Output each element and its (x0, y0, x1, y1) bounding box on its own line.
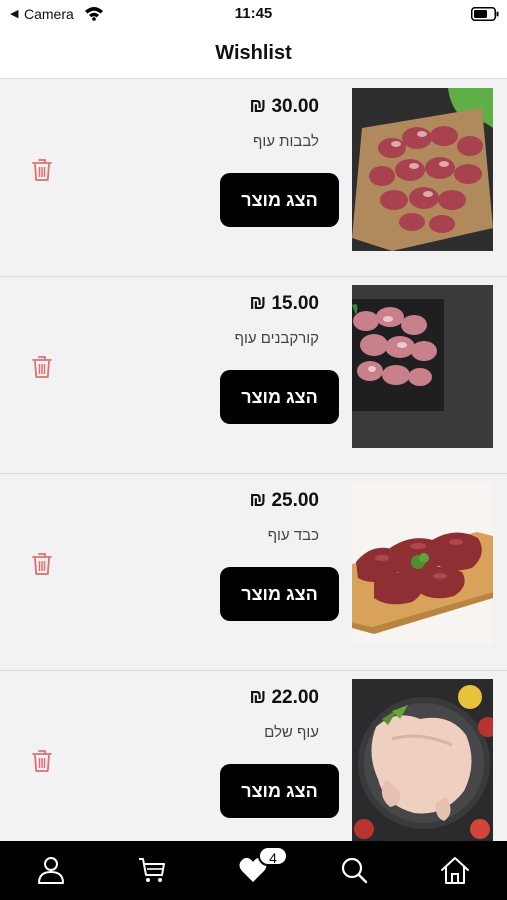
wishlist-list[interactable]: ₪ 30.00 לבבות עוף הצג מוצר ₪ 15.00 קורקב… (0, 80, 507, 841)
tab-home[interactable] (425, 841, 485, 900)
home-icon (441, 857, 469, 884)
wishlist-count-badge: 4 (258, 846, 288, 866)
product-price: ₪ 25.00 (249, 490, 319, 511)
wishlist-item: ₪ 30.00 לבבות עוף הצג מוצר (0, 80, 507, 277)
trash-icon[interactable] (31, 552, 53, 576)
product-price: ₪ 30.00 (249, 96, 319, 117)
wishlist-item: ₪ 22.00 עוף שלם הצג מוצר (0, 671, 507, 841)
view-product-button[interactable]: הצג מוצר (220, 370, 339, 424)
trash-icon[interactable] (31, 749, 53, 773)
product-image-chicken-liver[interactable] (352, 482, 493, 645)
product-image-chicken-hearts[interactable] (352, 88, 493, 251)
product-price: ₪ 22.00 (249, 687, 319, 708)
product-image-whole-chicken[interactable] (352, 679, 493, 841)
search-icon (341, 857, 368, 884)
whole-chicken-photo (352, 679, 493, 841)
product-name: קורקבנים עוף (234, 330, 319, 347)
view-product-button[interactable]: הצג מוצר (220, 764, 339, 818)
battery-icon (471, 7, 499, 21)
page-title: Wishlist (215, 42, 292, 64)
view-product-button[interactable]: הצג מוצר (220, 173, 339, 227)
trash-icon[interactable] (31, 158, 53, 182)
tab-cart[interactable] (122, 841, 182, 900)
tab-profile[interactable] (21, 841, 81, 900)
product-price: ₪ 15.00 (249, 293, 319, 314)
product-image-chicken-gizzards[interactable] (352, 285, 493, 448)
nav-header: Wishlist (0, 28, 507, 79)
user-icon (38, 857, 64, 884)
product-name: כבד עוף (267, 527, 319, 544)
bottom-tab-bar (0, 841, 507, 900)
chicken-liver-photo (352, 482, 493, 645)
product-name: עוף שלם (264, 724, 319, 741)
view-product-button[interactable]: הצג מוצר (220, 567, 339, 621)
status-time: 11:45 (234, 5, 273, 22)
trash-icon[interactable] (31, 355, 53, 379)
tab-search[interactable] (324, 841, 384, 900)
product-name: לבבות עוף (253, 133, 319, 150)
wishlist-item: ₪ 15.00 קורקבנים עוף הצג מוצר (0, 277, 507, 474)
chicken-hearts-photo (352, 88, 493, 251)
status-bar: ◀ Camera 11:45 (0, 0, 507, 28)
chicken-gizzards-photo (352, 285, 493, 448)
wishlist-item: ₪ 25.00 כבד עוף הצג מוצר (0, 474, 507, 671)
cart-icon (139, 858, 165, 882)
